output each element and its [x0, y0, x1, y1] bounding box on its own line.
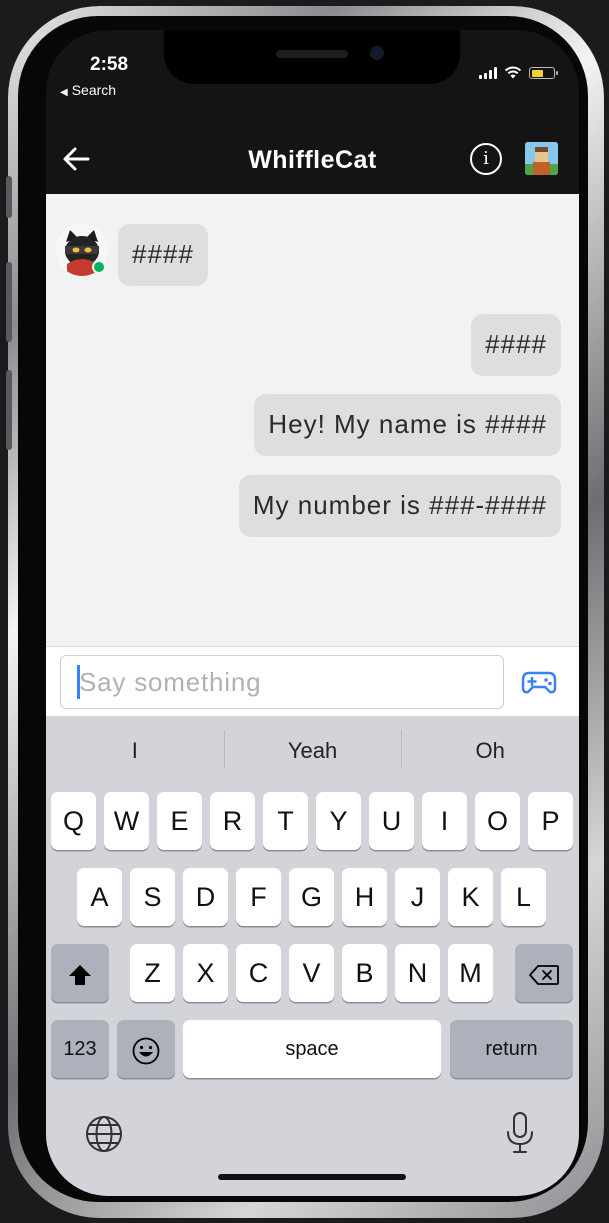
delete-key[interactable] — [515, 944, 573, 1002]
online-status-dot — [92, 260, 106, 274]
key-q[interactable]: Q — [51, 792, 96, 850]
globe-icon[interactable] — [84, 1114, 124, 1154]
shift-arrow-icon — [69, 964, 91, 985]
group-avatar-icon[interactable] — [525, 142, 558, 175]
key-t[interactable]: T — [263, 792, 308, 850]
key-u[interactable]: U — [369, 792, 414, 850]
info-icon[interactable]: i — [470, 143, 502, 175]
message-list: #### #### Hey! My name is #### My number… — [46, 194, 579, 646]
message-bubble-incoming: #### — [118, 224, 208, 286]
key-w[interactable]: W — [104, 792, 149, 850]
mute-switch — [6, 176, 12, 218]
key-d[interactable]: D — [183, 868, 228, 926]
suggestion-item[interactable]: Oh — [401, 716, 579, 786]
wifi-icon — [504, 66, 522, 79]
key-r[interactable]: R — [210, 792, 255, 850]
key-n[interactable]: N — [395, 944, 440, 1002]
key-e[interactable]: E — [157, 792, 202, 850]
predictive-text-bar: I Yeah Oh — [46, 716, 579, 786]
battery-icon — [529, 67, 558, 79]
volume-up-button — [6, 262, 12, 342]
key-f[interactable]: F — [236, 868, 281, 926]
message-bubble-outgoing: Hey! My name is #### — [254, 394, 561, 456]
key-x[interactable]: X — [183, 944, 228, 1002]
key-k[interactable]: K — [448, 868, 493, 926]
back-to-app-link[interactable]: ◀ Search — [60, 82, 116, 98]
key-p[interactable]: P — [528, 792, 573, 850]
key-m[interactable]: M — [448, 944, 493, 1002]
gamepad-icon[interactable] — [520, 667, 558, 697]
key-i[interactable]: I — [422, 792, 467, 850]
message-bubble-outgoing: #### — [471, 314, 561, 376]
key-z[interactable]: Z — [130, 944, 175, 1002]
key-l[interactable]: L — [501, 868, 546, 926]
key-c[interactable]: C — [236, 944, 281, 1002]
on-screen-keyboard: I Yeah Oh Q W E R T Y U I O P A S D F G … — [46, 716, 579, 1196]
back-to-app-label: Search — [71, 82, 117, 98]
message-bubble-outgoing: My number is ###-#### — [238, 475, 561, 537]
message-composer — [46, 646, 579, 716]
volume-down-button — [6, 370, 12, 450]
key-g[interactable]: G — [289, 868, 334, 926]
emoji-key[interactable] — [117, 1020, 175, 1078]
key-j[interactable]: J — [395, 868, 440, 926]
message-input[interactable] — [60, 655, 504, 709]
emoji-icon — [132, 1037, 160, 1065]
home-indicator[interactable] — [218, 1174, 406, 1180]
notch — [164, 30, 460, 84]
back-triangle-icon: ◀ — [60, 87, 68, 98]
status-time: 2:58 — [90, 54, 129, 75]
suggestion-item[interactable]: Yeah — [223, 716, 402, 786]
key-a[interactable]: A — [77, 868, 122, 926]
space-key[interactable]: space — [183, 1020, 441, 1078]
speaker-grille — [276, 50, 348, 58]
status-icons — [479, 66, 558, 79]
numbers-key[interactable]: 123 — [51, 1020, 109, 1078]
battery-level — [531, 69, 544, 77]
key-o[interactable]: O — [475, 792, 520, 850]
conversation-header: WhiffleCat i — [46, 124, 579, 194]
key-s[interactable]: S — [130, 868, 175, 926]
return-key[interactable]: return — [450, 1020, 573, 1078]
shift-key[interactable] — [51, 944, 109, 1002]
key-v[interactable]: V — [289, 944, 334, 1002]
key-y[interactable]: Y — [316, 792, 361, 850]
front-camera — [370, 46, 384, 60]
key-b[interactable]: B — [342, 944, 387, 1002]
backspace-icon — [529, 964, 559, 985]
suggestion-item[interactable]: I — [46, 716, 224, 786]
screen: 2:58 ◀ Search WhiffleCat i #### #### Hey… — [46, 30, 579, 1196]
microphone-icon[interactable] — [504, 1110, 536, 1156]
cellular-signal-icon — [479, 67, 497, 79]
text-cursor — [77, 665, 80, 699]
key-h[interactable]: H — [342, 868, 387, 926]
